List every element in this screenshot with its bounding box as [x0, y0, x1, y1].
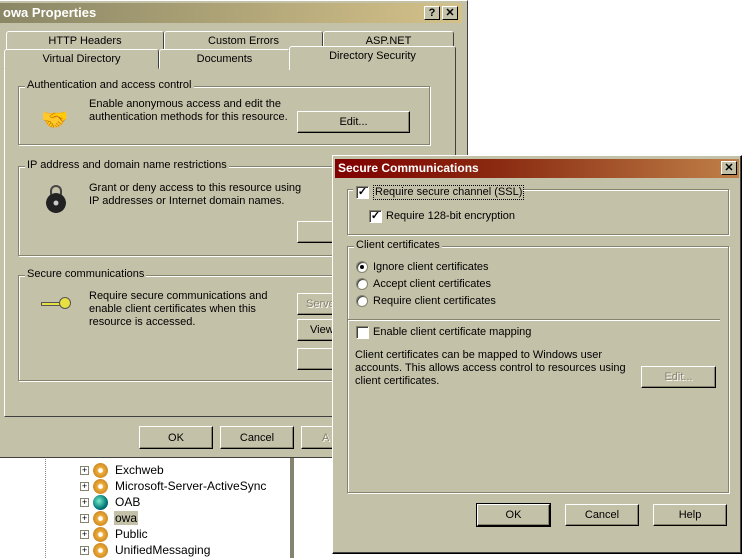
tree-pane: + Exchweb + Microsoft-Server-ActiveSync + OAB… [0, 450, 292, 558]
tree-item[interactable]: + Microsoft-Server-ActiveSync [80, 478, 267, 494]
tree-item-label: Public [115, 527, 148, 541]
dialog-cancel-button[interactable]: Cancel [565, 504, 639, 526]
gear-icon [93, 462, 108, 478]
secure-communications-dialog: Secure Communications ✕ ✓ Require secure… [332, 155, 742, 554]
client-cert-radio[interactable] [356, 295, 368, 307]
tab-http-headers[interactable]: HTTP Headers [6, 31, 164, 50]
separator [348, 319, 720, 321]
ip-legend: IP address and domain name restrictions [25, 159, 229, 171]
tree-item[interactable]: + OAB [80, 494, 141, 510]
tree-item[interactable]: + owa [80, 510, 139, 526]
dialog-close-button[interactable]: ✕ [721, 161, 737, 175]
mapping-label[interactable]: Enable client certificate mapping [373, 326, 531, 339]
handshake-icon: 🤝 [41, 107, 69, 132]
dialog-ok-button[interactable]: OK [476, 503, 551, 527]
client-cert-radio-label[interactable]: Accept client certificates [373, 278, 491, 291]
gear-icon [93, 526, 108, 542]
dialog-title-bar: Secure Communications ✕ [335, 159, 739, 178]
auth-text: Enable anonymous access and edit the aut… [89, 98, 288, 123]
tree-item-label: Microsoft-Server-ActiveSync [115, 479, 267, 493]
tree-item-label: OAB [115, 495, 141, 509]
mapping-checkbox[interactable] [356, 326, 369, 339]
tree-line [45, 450, 46, 558]
globe-folder-icon [93, 494, 108, 510]
key-icon [41, 297, 73, 317]
gear-icon [93, 542, 108, 558]
expand-icon[interactable]: + [80, 545, 89, 555]
client-cert-radio[interactable] [356, 278, 368, 290]
tree-item[interactable]: + UnifiedMessaging [80, 542, 211, 558]
expand-icon[interactable]: + [80, 481, 89, 491]
require-128-label[interactable]: Require 128-bit encryption [386, 210, 515, 223]
require-128-checkbox[interactable]: ✓ [369, 210, 382, 223]
tree-item-label: UnifiedMessaging [115, 543, 211, 557]
ok-button[interactable]: OK [139, 426, 213, 449]
dialog-title: Secure Communications [338, 161, 479, 175]
require-ssl-checkbox[interactable]: ✓ [356, 186, 369, 199]
tree-item-label: Exchweb [115, 463, 164, 477]
tab-virtual-directory[interactable]: Virtual Directory [4, 49, 159, 69]
title-bar: owa Properties ? ✕ [0, 3, 462, 23]
secure-legend: Secure communications [25, 268, 147, 280]
ip-text: Grant or deny access to this resource us… [89, 182, 302, 207]
dialog-help-button[interactable]: Help [653, 504, 727, 526]
client-certificates-legend: Client certificates [354, 239, 442, 251]
tab-directory-security[interactable]: Directory Security [289, 46, 456, 70]
mapping-edit-button[interactable]: Edit... [641, 366, 716, 388]
client-cert-radio-label[interactable]: Require client certificates [373, 295, 496, 308]
auth-legend: Authentication and access control [25, 79, 194, 91]
require-ssl-label[interactable]: Require secure channel (SSL) [373, 185, 525, 200]
client-cert-radio-label[interactable]: Ignore client certificates [373, 261, 489, 274]
close-button[interactable]: ✕ [442, 6, 458, 20]
secure-text: Require secure communications and enable… [89, 290, 268, 328]
cancel-button[interactable]: Cancel [220, 426, 294, 449]
window-title: owa Properties [3, 5, 97, 20]
tree-item[interactable]: + Exchweb [80, 462, 165, 478]
expand-icon[interactable]: + [80, 513, 89, 523]
tree-scroll-edge [290, 450, 294, 558]
gear-icon [93, 478, 108, 494]
padlock-icon [46, 185, 66, 213]
tree-item-label: owa [114, 511, 139, 525]
expand-icon[interactable]: + [80, 497, 89, 507]
gear-icon [93, 510, 108, 526]
tree-item[interactable]: + Public [80, 526, 149, 542]
help-button[interactable]: ? [424, 6, 440, 20]
expand-icon[interactable]: + [80, 465, 89, 475]
expand-icon[interactable]: + [80, 529, 89, 539]
auth-edit-button[interactable]: Edit... [297, 111, 410, 133]
client-cert-radio[interactable] [356, 261, 368, 273]
mapping-text: Client certificates can be mapped to Win… [355, 349, 626, 387]
tab-documents[interactable]: Documents [159, 49, 290, 69]
